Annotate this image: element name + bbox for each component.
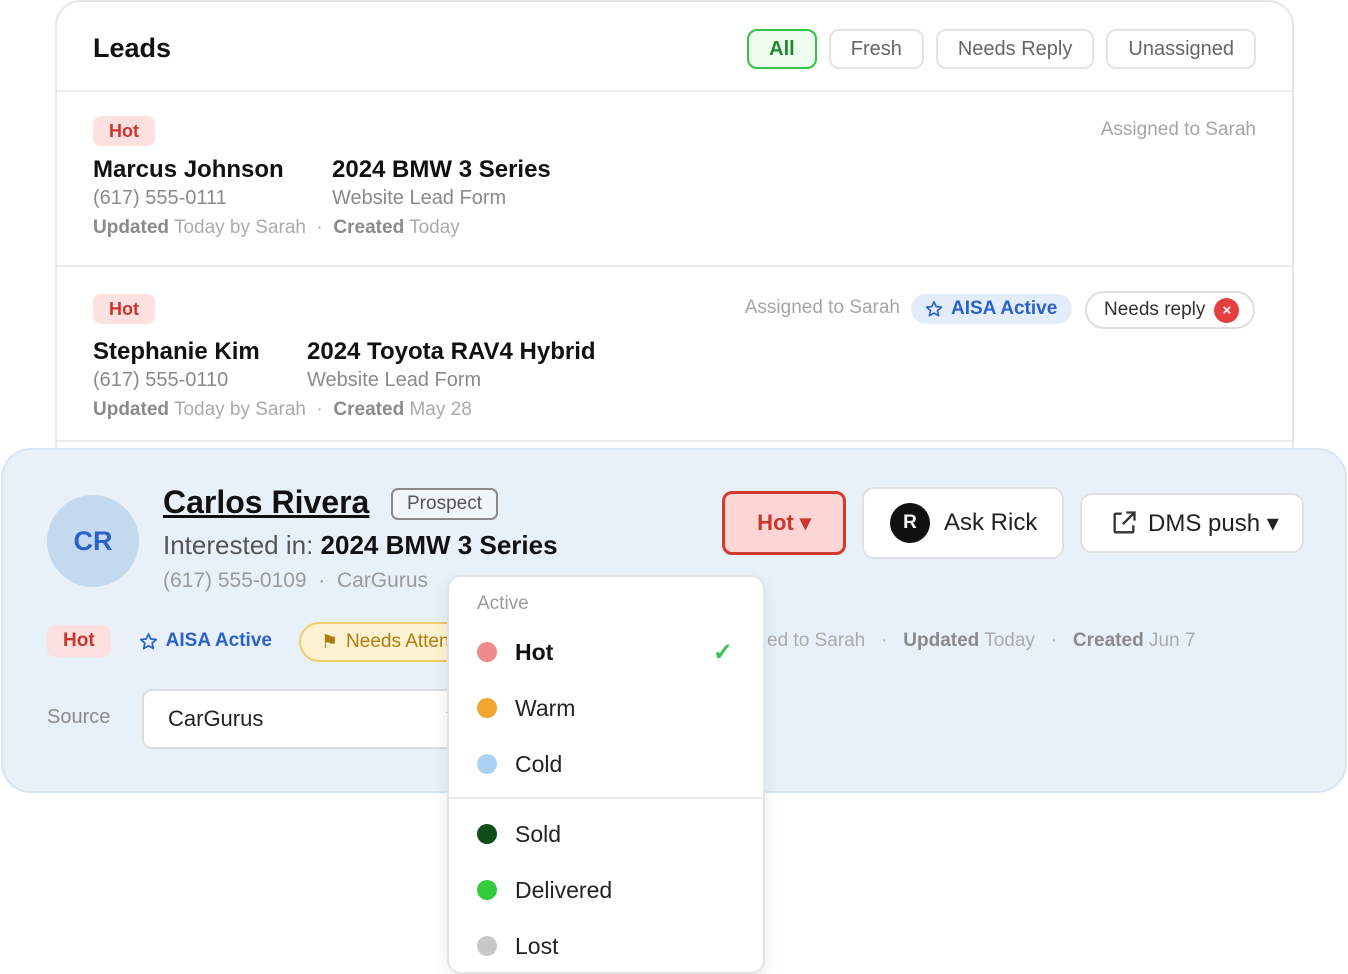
hot-tag: Hot [47,625,111,657]
status-option-label: Warm [515,694,576,721]
filter-unassigned[interactable]: Unassigned [1106,29,1256,69]
lead-meta: Updated Today by Sarah · Created May 28 [93,399,472,421]
status-dot-icon [477,936,497,956]
customer-contact: (617) 555-0109 · CarGurus [163,569,428,593]
status-badge: Hot [93,116,155,146]
created-label: Created [1072,630,1144,651]
created-label: Created [333,399,405,420]
aisa-label: AISA Active [951,298,1058,319]
ask-rick-button[interactable]: R Ask Rick [862,487,1064,559]
stage: Leads All Fresh Needs Reply Unassigned H… [0,0,1348,974]
lead-name[interactable]: Stephanie Kim [93,338,260,366]
assigned-to: Assigned to Sarah [744,297,900,318]
assigned-to: Assigned to Sarah [1100,119,1256,140]
status-dot-icon [477,880,497,900]
customer-name-link[interactable]: Carlos Rivera [163,484,369,521]
status-dropdown-button[interactable]: Hot ▾ [722,491,846,555]
status-dot-icon [477,754,497,774]
meta-separator: · [870,630,898,651]
tag-row: Hot AISA Active [47,624,272,658]
meta-separator: · [312,569,332,592]
lead-phone: (617) 555-0111 [93,187,227,209]
status-option-label: Cold [515,750,563,777]
lead-phone: (617) 555-0110 [93,369,229,391]
status-option-sold[interactable]: Sold [449,806,763,862]
updated-value: Today by Sarah [173,399,306,420]
dropdown-section-heading: Active [477,593,529,614]
status-dot-icon [477,642,497,662]
status-option-label: Lost [515,932,559,959]
filter-all[interactable]: All [747,29,817,69]
status-option-warm[interactable]: Warm [449,680,763,736]
interest-vehicle: 2024 BMW 3 Series [320,530,558,560]
status-badge: Hot [93,294,155,324]
updated-value: Today [984,630,1035,651]
lead-meta: Updated Today by Sarah · Created Today [93,217,460,239]
status-dropdown-menu: Active Hot ✓ Warm Cold Sold Delivered Lo… [447,575,765,974]
lead-row-marcus-johnson[interactable]: Hot Assigned to Sarah Marcus Johnson (61… [57,92,1292,267]
needs-reply-pill[interactable]: Needs reply × [1085,291,1256,329]
lead-source: Website Lead Form [307,369,482,391]
needs-attention-label: Needs Attention [346,631,459,652]
meta-separator: · [311,217,329,238]
interest-label: Interested in: [163,530,314,560]
updated-label: Updated [93,217,169,238]
needs-attention-tag[interactable]: ⚑ Needs Attention [299,622,459,662]
customer-source: CarGurus [336,569,428,592]
status-option-label: Delivered [515,876,613,903]
status-option-delivered[interactable]: Delivered [449,862,763,918]
source-select[interactable]: CarGurus [142,689,462,749]
filter-group: All Fresh Needs Reply Unassigned [747,29,1256,69]
interested-in: Interested in: 2024 BMW 3 Series [163,530,558,561]
checkmark-icon: ✓ [712,638,733,666]
star-icon [139,632,157,649]
star-icon [925,301,943,317]
assigned-to: ed to Sarah [767,630,866,651]
detail-meta: ed to Sarah · Updated Today · Created Ju… [767,630,1195,652]
dms-push-label: DMS push ▾ [1148,509,1279,537]
updated-label: Updated [903,630,980,651]
dropdown-divider [449,797,763,799]
aisa-label: AISA Active [165,630,272,651]
created-value: Jun 7 [1148,630,1196,651]
aisa-active-tag: AISA Active [139,630,272,652]
status-option-label: Sold [515,820,562,847]
created-value: May 28 [409,399,472,420]
lead-row-stephanie-kim[interactable]: Hot Assigned to Sarah AISA Active Needs … [57,267,1292,442]
rick-avatar-icon: R [890,503,930,543]
updated-label: Updated [93,399,169,420]
leads-title: Leads [93,33,172,63]
updated-value: Today by Sarah [173,217,306,238]
aisa-active-badge: AISA Active [911,294,1073,324]
status-dot-icon [477,824,497,844]
lead-vehicle: 2024 BMW 3 Series [332,156,551,183]
status-option-cold[interactable]: Cold [449,736,763,792]
status-option-hot[interactable]: Hot ✓ [449,624,763,680]
status-option-lost[interactable]: Lost [449,918,763,974]
lead-name[interactable]: Marcus Johnson [93,156,284,184]
stage-badge: Prospect [391,488,498,520]
filter-fresh[interactable]: Fresh [828,29,924,69]
status-option-label: Hot [515,638,554,665]
flag-icon: ⚑ [321,631,339,653]
needs-reply-label: Needs reply [1104,299,1206,320]
leads-panel: Leads All Fresh Needs Reply Unassigned H… [55,0,1294,470]
lead-source: Website Lead Form [332,187,507,209]
status-dot-icon [477,698,497,718]
leads-header: Leads All Fresh Needs Reply Unassigned [57,2,1292,92]
source-label: Source [47,706,111,728]
ask-rick-label: Ask Rick [944,509,1038,536]
external-link-icon [1113,511,1136,534]
meta-separator: · [311,399,329,420]
dms-push-button[interactable]: DMS push ▾ [1080,493,1304,553]
avatar: CR [47,495,139,587]
created-value: Today [409,217,460,238]
close-icon[interactable]: × [1214,297,1240,323]
filter-needs-reply[interactable]: Needs Reply [935,29,1095,69]
customer-phone: (617) 555-0109 [163,569,307,592]
created-label: Created [333,217,405,238]
meta-separator: · [1040,630,1068,651]
lead-vehicle: 2024 Toyota RAV4 Hybrid [307,338,596,365]
